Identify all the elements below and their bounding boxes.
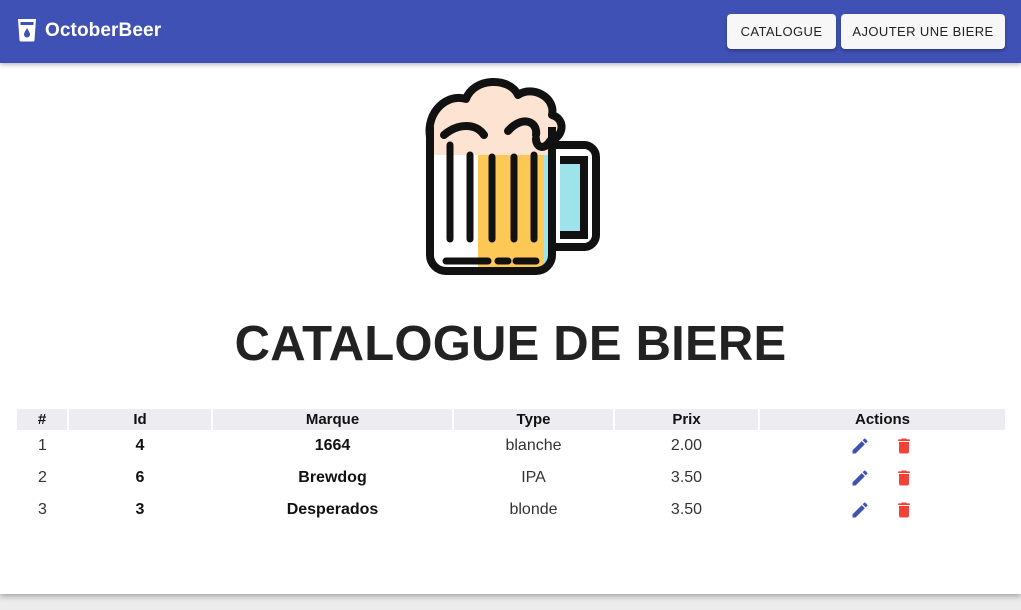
page-title: CATALOGUE DE BIERE xyxy=(234,317,787,371)
trash-icon xyxy=(897,502,910,518)
row-actions xyxy=(759,430,1005,462)
table-row: 3 3 Desperados blonde 3.50 xyxy=(17,494,1005,526)
row-index: 3 xyxy=(38,501,47,518)
edit-button[interactable] xyxy=(849,435,871,457)
column-header-actions: Actions xyxy=(759,409,1005,430)
row-actions xyxy=(759,462,1005,494)
column-header-type: Type xyxy=(453,409,615,430)
delete-button[interactable] xyxy=(893,435,915,457)
trash-icon xyxy=(897,470,910,486)
row-prix: 3.50 xyxy=(670,469,703,486)
row-actions xyxy=(759,494,1005,526)
table-row: 2 6 Brewdog IPA 3.50 xyxy=(17,462,1005,494)
row-prix: 3.50 xyxy=(670,501,703,518)
edit-button[interactable] xyxy=(849,499,871,521)
row-prix: 2.00 xyxy=(670,437,703,454)
row-index: 2 xyxy=(38,469,47,486)
row-id: 4 xyxy=(135,437,145,454)
pencil-icon xyxy=(852,438,868,454)
column-header-marque: Marque xyxy=(212,409,454,430)
page: OctoberBeer CATALOGUE AJOUTER UNE BIERE … xyxy=(0,0,1021,594)
row-index: 1 xyxy=(38,437,47,454)
catalogue-button[interactable]: CATALOGUE xyxy=(727,14,836,49)
trash-icon xyxy=(897,438,910,454)
row-marque: Brewdog xyxy=(298,469,367,486)
beer-mug-icon xyxy=(425,78,600,275)
app-bar: OctoberBeer CATALOGUE AJOUTER UNE BIERE xyxy=(0,0,1021,63)
row-type: blanche xyxy=(505,437,562,454)
column-header-prix: Prix xyxy=(614,409,760,430)
app-name: OctoberBeer xyxy=(45,20,162,41)
brand[interactable]: OctoberBeer xyxy=(17,14,161,48)
row-marque: 1664 xyxy=(314,437,351,454)
table-header-row: # Id Marque Type Prix Actions xyxy=(17,409,1005,430)
edit-button[interactable] xyxy=(849,467,871,489)
pencil-icon xyxy=(852,502,868,518)
row-id: 6 xyxy=(135,469,145,486)
beer-table: # Id Marque Type Prix Actions 1 4 1664 b… xyxy=(17,409,1005,526)
row-marque: Desperados xyxy=(286,501,379,518)
row-type: blonde xyxy=(509,501,558,518)
pencil-icon xyxy=(852,470,868,486)
table-row: 1 4 1664 blanche 2.00 xyxy=(17,430,1005,462)
delete-button[interactable] xyxy=(893,467,915,489)
column-header-index: # xyxy=(17,409,69,430)
beer-glass-icon xyxy=(18,19,36,42)
row-id: 3 xyxy=(135,501,145,518)
column-header-id: Id xyxy=(68,409,213,430)
delete-button[interactable] xyxy=(893,499,915,521)
row-type: IPA xyxy=(521,469,546,486)
add-beer-button[interactable]: AJOUTER UNE BIERE xyxy=(841,14,1005,49)
